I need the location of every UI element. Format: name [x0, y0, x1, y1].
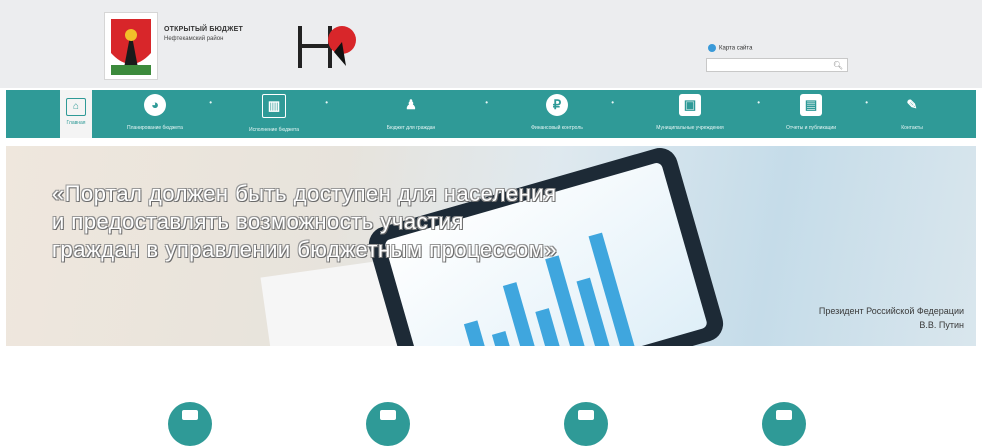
quote-line: «Портал должен быть доступен для населен…: [52, 181, 557, 206]
page: ОТКРЫТЫЙ БЮДЖЕТ Нефтекамский район Карта…: [0, 0, 982, 446]
briefcase-icon: ▣: [679, 94, 701, 116]
section-icon-button[interactable]: [564, 402, 608, 446]
search-icon[interactable]: 🔍︎: [833, 61, 843, 70]
nav-label: Главная: [66, 120, 86, 126]
bar-chart-icon: ▥: [262, 94, 286, 118]
nav-item-citizens-budget[interactable]: ♟ Бюджет для граждан •: [346, 90, 488, 138]
nav-item-budget-planning[interactable]: ◕ Планирование бюджета •: [110, 90, 212, 138]
section-icon-button[interactable]: [366, 402, 410, 446]
nav-label: Планирование бюджета: [127, 125, 183, 131]
nav-item-budget-execution[interactable]: ▥ Исполнение бюджета •: [232, 90, 328, 138]
sitemap-icon: [708, 44, 716, 52]
notes-icon: ✎: [906, 97, 918, 112]
nav-label: Бюджет для граждан: [386, 125, 436, 131]
document-icon: ▤: [800, 94, 822, 116]
nav-label: Финансовый контроль: [531, 125, 583, 131]
hero-banner: «Портал должен быть доступен для населен…: [6, 146, 976, 346]
header: ОТКРЫТЫЙ БЮДЖЕТ Нефтекамский район Карта…: [0, 0, 982, 88]
nav-label: Исполнение бюджета: [248, 127, 300, 133]
section-icon-button[interactable]: [168, 402, 212, 446]
nav-label: Отчеты и публикации: [786, 125, 836, 131]
pie-chart-icon: ◕: [144, 94, 166, 116]
project-logo-icon[interactable]: [294, 22, 366, 72]
search-input[interactable]: 🔍︎: [706, 58, 848, 72]
section-icon-button[interactable]: [762, 402, 806, 446]
people-icon: ♟: [405, 97, 417, 112]
nav-item-home[interactable]: ⌂ Главная: [60, 90, 92, 138]
nav-label: Муниципальные учреждения: [656, 125, 724, 131]
site-subtitle: Нефтекамский район: [164, 36, 224, 42]
nav-item-reports[interactable]: ▤ Отчеты и публикации •: [766, 90, 868, 138]
quote-attribution: Президент Российской Федерации В.В. Пути…: [818, 306, 964, 330]
nav-item-municipal-institutions[interactable]: ▣ Муниципальные учреждения •: [632, 90, 760, 138]
quote-line: и предоставлять возможность участия: [52, 209, 464, 234]
nav-item-financial-control[interactable]: ₽ Финансовый контроль •: [512, 90, 614, 138]
site-title: ОТКРЫТЫЙ БЮДЖЕТ: [164, 26, 243, 33]
quote-line: граждан в управлении бюджетным процессом…: [52, 237, 558, 262]
banner-quote: «Портал должен быть доступен для населен…: [52, 180, 557, 264]
emblem-icon: [107, 15, 155, 77]
ruble-icon: ₽: [546, 94, 568, 116]
coat-of-arms-logo[interactable]: [104, 12, 158, 80]
site-map-link[interactable]: Карта сайта: [708, 44, 752, 52]
main-navigation: ⌂ Главная ◕ Планирование бюджета • ▥ Исп…: [6, 90, 976, 138]
home-icon: ⌂: [66, 98, 86, 116]
nav-item-contacts[interactable]: ✎ Контакты: [882, 90, 942, 138]
nav-label: Контакты: [901, 125, 923, 131]
